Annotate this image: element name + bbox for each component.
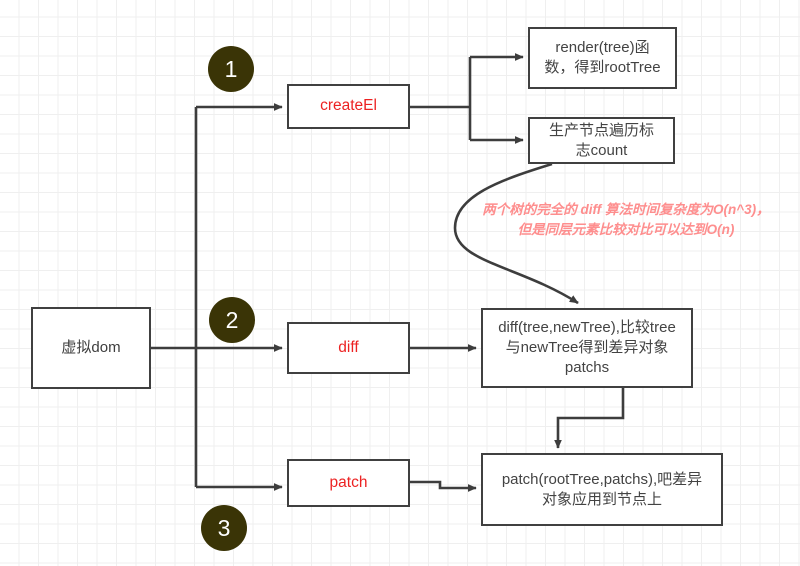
wire-patch-to-patchdesc — [410, 480, 477, 492]
node-diff-description[interactable]: diff(tree,newTree),比较tree 与newTree得到差异对象… — [481, 308, 693, 388]
node-patch[interactable]: patch — [287, 459, 410, 507]
node-createel[interactable]: createEl — [287, 84, 410, 129]
node-virtual-dom[interactable]: 虚拟dom — [31, 307, 151, 389]
step-badge-3-label: 3 — [217, 514, 231, 541]
diff-complexity-note-text: 两个树的完全的 diff 算法时间复杂度为O(n^3)，但是同层元素比较对比可以… — [482, 202, 770, 238]
node-diff-description-label: diff(tree,newTree),比较tree 与newTree得到差异对象… — [498, 319, 676, 376]
node-patch-description-label: patch(rootTree,patchs),吧差异 对象应用到节点上 — [501, 470, 703, 508]
diff-complexity-note: 两个树的完全的 diff 算法时间复杂度为O(n^3)，但是同层元素比较对比可以… — [478, 200, 774, 241]
node-virtual-dom-label: 虚拟dom — [61, 339, 121, 357]
wire-diffdesc-to-patchdesc — [554, 388, 625, 449]
step-badge-3: 3 — [201, 505, 247, 551]
node-count-flag-label: 生产节点遍历标 志count — [548, 121, 654, 159]
node-count-flag[interactable]: 生产节点遍历标 志count — [528, 117, 675, 164]
node-patch-description[interactable]: patch(rootTree,patchs),吧差异 对象应用到节点上 — [481, 453, 723, 526]
node-diff[interactable]: diff — [287, 322, 410, 374]
node-render-tree-label: render(tree)函 数，得到rootTree — [544, 39, 661, 76]
node-createel-label: createEl — [320, 97, 377, 115]
step-badge-1: 1 — [208, 46, 254, 92]
node-diff-label: diff — [338, 338, 359, 356]
node-patch-label: patch — [329, 473, 368, 491]
step-badge-2: 2 — [209, 297, 255, 343]
diagram-canvas: 虚拟dom createEl render(tree)函 数，得到rootTre… — [0, 0, 800, 566]
step-badge-1-label: 1 — [224, 55, 238, 82]
node-render-tree[interactable]: render(tree)函 数，得到rootTree — [528, 27, 677, 89]
step-badge-2-label: 2 — [225, 306, 239, 333]
